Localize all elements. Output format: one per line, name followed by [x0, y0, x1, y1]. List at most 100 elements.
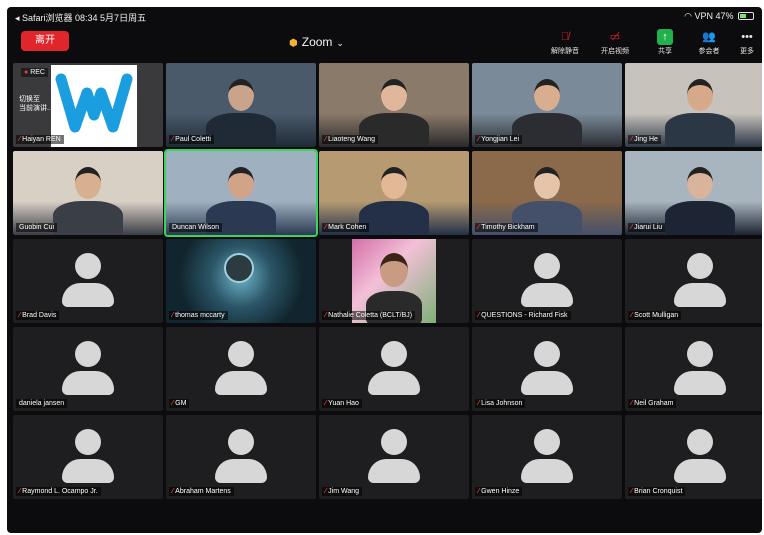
- muted-mic-icon: ⁄: [325, 312, 327, 319]
- participant-name-label: ⁄ Paul Coletti: [169, 135, 214, 144]
- avatar-head-icon: [687, 253, 713, 279]
- vpn-badge: VPN: [694, 11, 713, 21]
- avatar-head-icon: [228, 429, 254, 455]
- participant-tile[interactable]: ⁄ Neil Graham: [625, 327, 762, 411]
- participant-tile[interactable]: ⁄ Abraham Martens: [166, 415, 316, 499]
- participant-name: Guobin Cui: [19, 224, 55, 231]
- avatar-body-icon: [62, 371, 114, 395]
- participant-tile[interactable]: ⁄ GM: [166, 327, 316, 411]
- muted-mic-icon: ⁄: [631, 400, 633, 407]
- participants-button[interactable]: 👥 参会者: [691, 29, 727, 59]
- participant-tile[interactable]: ⁄ Gwen Hinze: [472, 415, 622, 499]
- participant-name-label: ⁄ Brian Cronquist: [628, 487, 686, 496]
- participant-tile[interactable]: ⁄ Nathalie Coletta (BCLT/BJ): [319, 239, 469, 323]
- avatar-head-icon: [75, 253, 101, 279]
- ios-status-bar: ◂ Safari浏览器 08:34 5月7日周五 ◠ VPN 47%: [7, 7, 762, 25]
- participant-name-label: ⁄ Mark Cohen: [322, 223, 370, 232]
- chevron-down-icon: ⌄: [336, 38, 344, 48]
- avatar-body-icon: [368, 459, 420, 483]
- participant-tile[interactable]: ⁄ Jiarui Liu: [625, 151, 762, 235]
- participant-tile[interactable]: ⁄ Jim Wang: [319, 415, 469, 499]
- participant-tile[interactable]: ⁄ Mark Cohen: [319, 151, 469, 235]
- status-right: ◠ VPN 47%: [684, 11, 756, 22]
- person-head: [534, 79, 560, 111]
- participant-tile[interactable]: ⁄ Liaoteng Wang: [319, 63, 469, 147]
- participant-name: Yuan Hao: [328, 400, 359, 407]
- more-button[interactable]: ••• 更多: [729, 29, 762, 59]
- muted-mic-icon: ⁄: [631, 136, 633, 143]
- video-off-icon: ▭̸: [609, 31, 621, 43]
- participant-tile[interactable]: ⁄ Paul Coletti: [166, 63, 316, 147]
- start-video-label: 开启视频: [601, 48, 629, 55]
- avatar-body-icon: [674, 283, 726, 307]
- participant-name-label: ⁄ Gwen Hinze: [475, 487, 523, 496]
- participant-tile[interactable]: ⁄ Raymond L. Ocampo Jr.: [13, 415, 163, 499]
- person-head: [534, 167, 560, 199]
- participant-name: Brian Cronquist: [634, 488, 683, 495]
- avatar-head-icon: [534, 429, 560, 455]
- person-head: [228, 79, 254, 111]
- participant-name: Nathalie Coletta (BCLT/BJ): [328, 312, 413, 319]
- participant-name-label: ⁄ GM: [169, 399, 190, 408]
- avatar-head-icon: [534, 253, 560, 279]
- participant-tile[interactable]: ⁄ Yuan Hao: [319, 327, 469, 411]
- avatar-body-icon: [215, 371, 267, 395]
- participant-tile[interactable]: ⁄ Brad Davis: [13, 239, 163, 323]
- participant-tile[interactable]: ⁄ Jing He: [625, 63, 762, 147]
- participant-name-label: ⁄ thomas mccarty: [169, 311, 228, 320]
- start-video-button[interactable]: ▭̸ 开启视频: [597, 29, 633, 59]
- participant-tile[interactable]: Guobin Cui: [13, 151, 163, 235]
- person-head: [75, 167, 101, 199]
- participant-name: Brad Davis: [22, 312, 57, 319]
- participant-name-label: daniela jansen: [16, 399, 68, 408]
- participant-name: QUESTIONS - Richard Fisk: [481, 312, 568, 319]
- leave-button[interactable]: 离开: [21, 31, 69, 51]
- avatar-head-icon: [75, 341, 101, 367]
- participant-tile[interactable]: ⁄ Yongjian Lei: [472, 63, 622, 147]
- meeting-title-menu[interactable]: ⬢ Zoom ⌄: [289, 35, 344, 49]
- participant-name-label: ⁄ Nathalie Coletta (BCLT/BJ): [322, 311, 416, 320]
- participant-tile[interactable]: ⁄ Lisa Johnson: [472, 327, 622, 411]
- participant-tile[interactable]: ● REC 切换至 当前演讲... ⁄ Haiyan REN: [13, 63, 163, 147]
- avatar-head-icon: [228, 341, 254, 367]
- participant-name: Gwen Hinze: [481, 488, 520, 495]
- share-button[interactable]: ↑ 共享: [647, 29, 683, 59]
- participant-tile[interactable]: ⁄ Scott Mulligan: [625, 239, 762, 323]
- muted-mic-icon: ⁄: [325, 136, 327, 143]
- muted-mic-icon: ⁄: [325, 400, 327, 407]
- muted-mic-icon: ⁄: [631, 312, 633, 319]
- muted-mic-icon: ⁄: [478, 488, 480, 495]
- participant-name-label: ⁄ QUESTIONS - Richard Fisk: [475, 311, 571, 320]
- battery-percent: 47%: [715, 11, 734, 21]
- avatar-body-icon: [62, 459, 114, 483]
- person-body: [206, 113, 276, 147]
- participant-tile[interactable]: ⁄ Timothy Bickham: [472, 151, 622, 235]
- share-label: 共享: [658, 48, 672, 55]
- muted-mic-icon: ⁄: [325, 224, 327, 231]
- switch-to-speaker-hint[interactable]: 切换至 当前演讲...: [19, 95, 53, 113]
- shield-icon: ⬢: [289, 38, 298, 49]
- participant-tile[interactable]: ⁄ Brian Cronquist: [625, 415, 762, 499]
- avatar-head-icon: [687, 341, 713, 367]
- participant-name-label: ⁄ Yuan Hao: [322, 399, 362, 408]
- participant-name: Jing He: [634, 136, 658, 143]
- participant-name-label: ⁄ Haiyan REN: [16, 135, 64, 144]
- participant-name-label: Duncan Wilson: [169, 223, 223, 232]
- participant-name: Jiarui Liu: [634, 224, 663, 231]
- participant-tile[interactable]: Duncan Wilson: [164, 149, 318, 237]
- zoom-toolbar: 离开 ⬢ Zoom ⌄ 🎙̸ 解除静音 ▭̸ 开启视频 ↑ 共享 👥 参会者 •••…: [7, 25, 762, 61]
- participant-tile[interactable]: ⁄ QUESTIONS - Richard Fisk: [472, 239, 622, 323]
- participant-name-label: ⁄ Scott Mulligan: [628, 311, 682, 320]
- participant-tile[interactable]: ⁄ thomas mccarty: [166, 239, 316, 323]
- muted-mic-icon: ⁄: [19, 136, 21, 143]
- participant-name: Liaoteng Wang: [328, 136, 376, 143]
- participant-tile[interactable]: daniela jansen: [13, 327, 163, 411]
- unmute-button[interactable]: 🎙̸ 解除静音: [547, 29, 583, 59]
- participant-name-label: ⁄ Abraham Martens: [169, 487, 234, 496]
- participant-name-label: ⁄ Jim Wang: [322, 487, 363, 496]
- rec-label: REC: [30, 69, 45, 76]
- participant-name: Abraham Martens: [175, 488, 231, 495]
- participant-name-label: ⁄ Liaoteng Wang: [322, 135, 379, 144]
- person-head: [381, 167, 407, 199]
- recording-indicator: ● REC: [21, 68, 48, 77]
